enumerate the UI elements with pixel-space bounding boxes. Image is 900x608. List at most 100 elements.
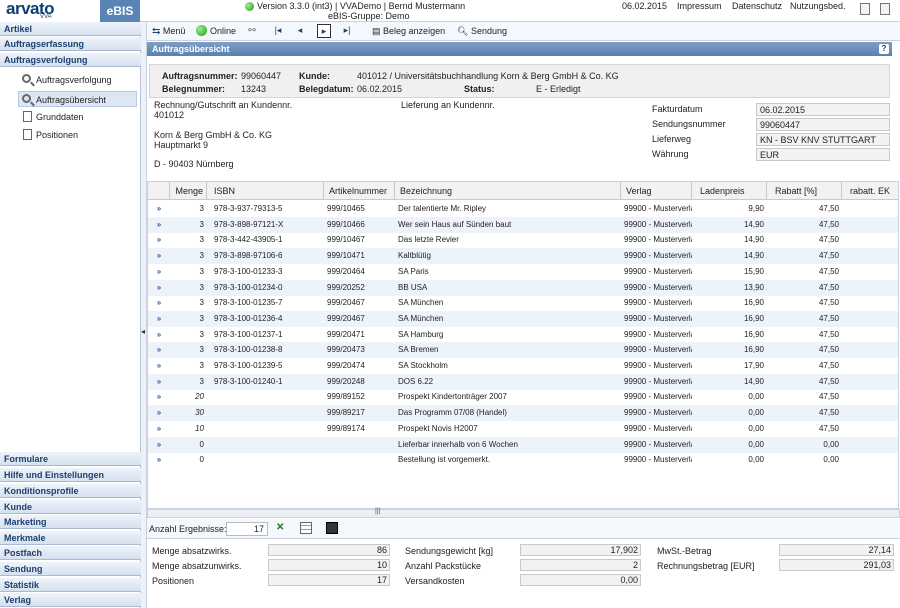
row-expand-button[interactable]: » [148,311,170,327]
table-row[interactable]: » 3 978-3-442-43905-1 999/10467 Das letzte R… [148,232,898,248]
cell-bezeichnung: Das Programm 07/08 (Handel) [398,408,507,418]
table-row[interactable]: » 3 978-3-100-01233-3 999/20464 SA Paris 9990… [148,264,898,280]
online-toggle[interactable]: Online [210,25,236,37]
cell-rabatt: 47,50 [818,204,839,213]
sidebar-item-positionen[interactable]: Positionen [20,127,138,143]
versandkosten-label: Versandkosten [405,576,465,586]
nutzungsbedingungen-link[interactable]: Nutzungsbed. [790,1,846,11]
cell-bezeichnung: Kaltblütig [398,251,431,261]
nav-section-merkmale[interactable]: Merkmale [0,531,141,545]
row-expand-button[interactable]: » [148,232,170,248]
previous-record-button[interactable]: ◂ [293,24,307,38]
nav-section-sendung[interactable]: Sendung [0,562,141,576]
cell-ladenpreis: 0,00 [748,408,764,418]
cell-artikelnummer: 999/10467 [327,235,365,245]
sidebar-item-auftragsuebersicht[interactable]: Auftragsübersicht [18,91,137,107]
sidebar-item-label: Positionen [36,130,79,140]
header-isbn[interactable]: ISBN [207,182,324,200]
table-row[interactable]: » 3 978-3-100-01238-8 999/20473 SA Bremen 999… [148,342,898,359]
nav-section-marketing[interactable]: Marketing [0,515,141,529]
nav-section-verlag[interactable]: Verlag [0,593,141,607]
cell-bezeichnung: Das letzte Revier [398,235,459,245]
table-row[interactable]: » 20 999/89152 Prospekt Kindertonträger 200… [148,389,898,405]
table-row[interactable]: » 3 978-3-898-97121-X 999/10466 Wer sein Hau… [148,216,898,233]
order-header-box: Auftragsnummer: 99060447 Kunde: 401012 /… [149,64,890,98]
first-record-button[interactable]: |◂ [271,24,285,38]
row-expand-button[interactable]: » [148,374,170,390]
row-expand-button[interactable]: » [148,217,170,233]
table-row[interactable]: » 3 978-3-100-01240-1 999/20248 DOS 6.22 9990… [148,373,898,390]
row-expand-button[interactable]: » [148,280,170,296]
table-row[interactable]: » 30 999/89217 Das Programm 07/08 (Handel) 9… [148,405,898,422]
table-config-icon[interactable] [300,522,312,534]
header-ladenpreis[interactable]: Ladenpreis [692,182,767,200]
cell-menge: 30 [195,408,204,418]
table-row[interactable]: » 3 978-3-898-97106-6 999/10471 Kaltblütig 99… [148,248,898,265]
nav-section-konditionsprofile[interactable]: Konditionsprofile [0,484,141,498]
last-record-button[interactable]: ▸| [340,24,354,38]
cell-ladenpreis: 16,90 [743,298,764,308]
row-expand-button[interactable]: » [148,437,170,453]
row-expand-button[interactable]: » [148,264,170,280]
nav-section-auftragsverfolgung[interactable]: Auftragsverfolgung [0,53,141,67]
row-expand-button[interactable]: » [148,358,170,374]
sendung-button[interactable]: 🔍︎ Sendung [457,25,507,37]
header-rabatt-ek[interactable]: rabatt. EK [842,182,898,200]
table-row[interactable]: » 3 978-3-100-01239-5 999/20474 SA Stockholm… [148,358,898,374]
table-row[interactable]: » 3 978-3-100-01237-1 999/20471 SA Hamburg 99… [148,327,898,343]
document-view-icon: ▤ [372,26,381,36]
home-icon[interactable] [860,3,870,15]
header-artikelnummer[interactable]: Artikelnummer [324,182,395,200]
save-icon[interactable] [326,522,338,534]
header-rabatt[interactable]: Rabatt [%] [767,182,842,200]
logout-icon[interactable] [880,3,890,15]
impressum-link[interactable]: Impressum [677,1,722,11]
row-expand-button[interactable]: » [148,248,170,264]
table-row[interactable]: » 3 978-3-100-01235-7 999/20467 SA München 99… [148,295,898,311]
cell-ladenpreis: 9,90 [748,204,764,213]
table-row[interactable]: » 3 978-3-100-01234-0 999/20252 BB USA 99900 … [148,279,898,296]
row-expand-button[interactable]: » [148,389,170,405]
header-menge[interactable]: Menge [170,182,207,200]
sidebar-item-grunddaten[interactable]: Grunddaten [20,109,138,125]
lieferweg-field: KN - BSV KNV STUTTGART [756,133,890,146]
row-expand-button[interactable]: » [148,327,170,343]
cell-verlag: 99900 - Musterverla [624,455,692,465]
table-row[interactable]: » 3 978-3-100-01236-4 999/20467 SA München 99… [148,310,898,327]
cell-rabatt: 0,00 [823,455,839,465]
nav-section-auftragserfassung[interactable]: Auftragserfassung [0,37,141,51]
nav-section-kunde[interactable]: Kunde [0,500,141,514]
excel-export-icon[interactable]: ✕ [276,522,288,535]
help-icon[interactable]: ? [879,44,889,54]
datenschutz-link[interactable]: Datenschutz [732,1,782,11]
table-row[interactable]: » 0 Bestellung ist vorgemerkt. 99900 - Must… [148,452,898,468]
nav-section-statistik[interactable]: Statistik [0,578,141,592]
menu-label: Menü [162,26,186,36]
cell-menge: 3 [199,266,204,276]
beleg-anzeigen-button[interactable]: ▤ Beleg anzeigen [372,25,445,37]
menu-button[interactable]: ⇆ Menü [152,25,185,38]
row-expand-button[interactable]: » [148,405,170,421]
connect-icon[interactable]: ⚯ [245,24,259,38]
row-expand-button[interactable]: » [148,452,170,468]
nav-section-hilfe[interactable]: Hilfe und Einstellungen [0,468,141,482]
header-bezeichnung[interactable]: Bezeichnung [395,182,621,200]
nav-section-artikel[interactable]: Artikel [0,22,141,36]
nav-section-formulare[interactable]: Formulare [0,452,141,466]
table-row[interactable]: » 10 999/89174 Prospekt Novis H2007 99900 - … [148,421,898,437]
horizontal-scrollbar[interactable]: ||| [147,508,900,518]
sidebar-item-auftragsverfolgung[interactable]: Auftragsverfolgung [20,72,138,88]
header-verlag[interactable]: Verlag [621,182,692,200]
row-expand-button[interactable]: » [148,342,170,358]
cell-bezeichnung: SA Bremen [398,345,439,355]
table-row[interactable]: » 3 978-3-937-79313-5 999/10465 Der talentie… [148,201,898,217]
nav-section-postfach[interactable]: Postfach [0,546,141,560]
table-row[interactable]: » 0 Lieferbar innerhalb von 6 Wochen 99900 … [148,436,898,453]
next-record-button[interactable]: ▸ [317,24,331,38]
row-expand-button[interactable]: » [148,421,170,437]
cell-isbn [207,389,324,405]
cell-isbn: 978-3-442-43905-1 [214,235,283,245]
cell-verlag: 99900 - Musterverla [624,313,692,323]
row-expand-button[interactable]: » [148,201,170,217]
row-expand-button[interactable]: » [148,295,170,311]
